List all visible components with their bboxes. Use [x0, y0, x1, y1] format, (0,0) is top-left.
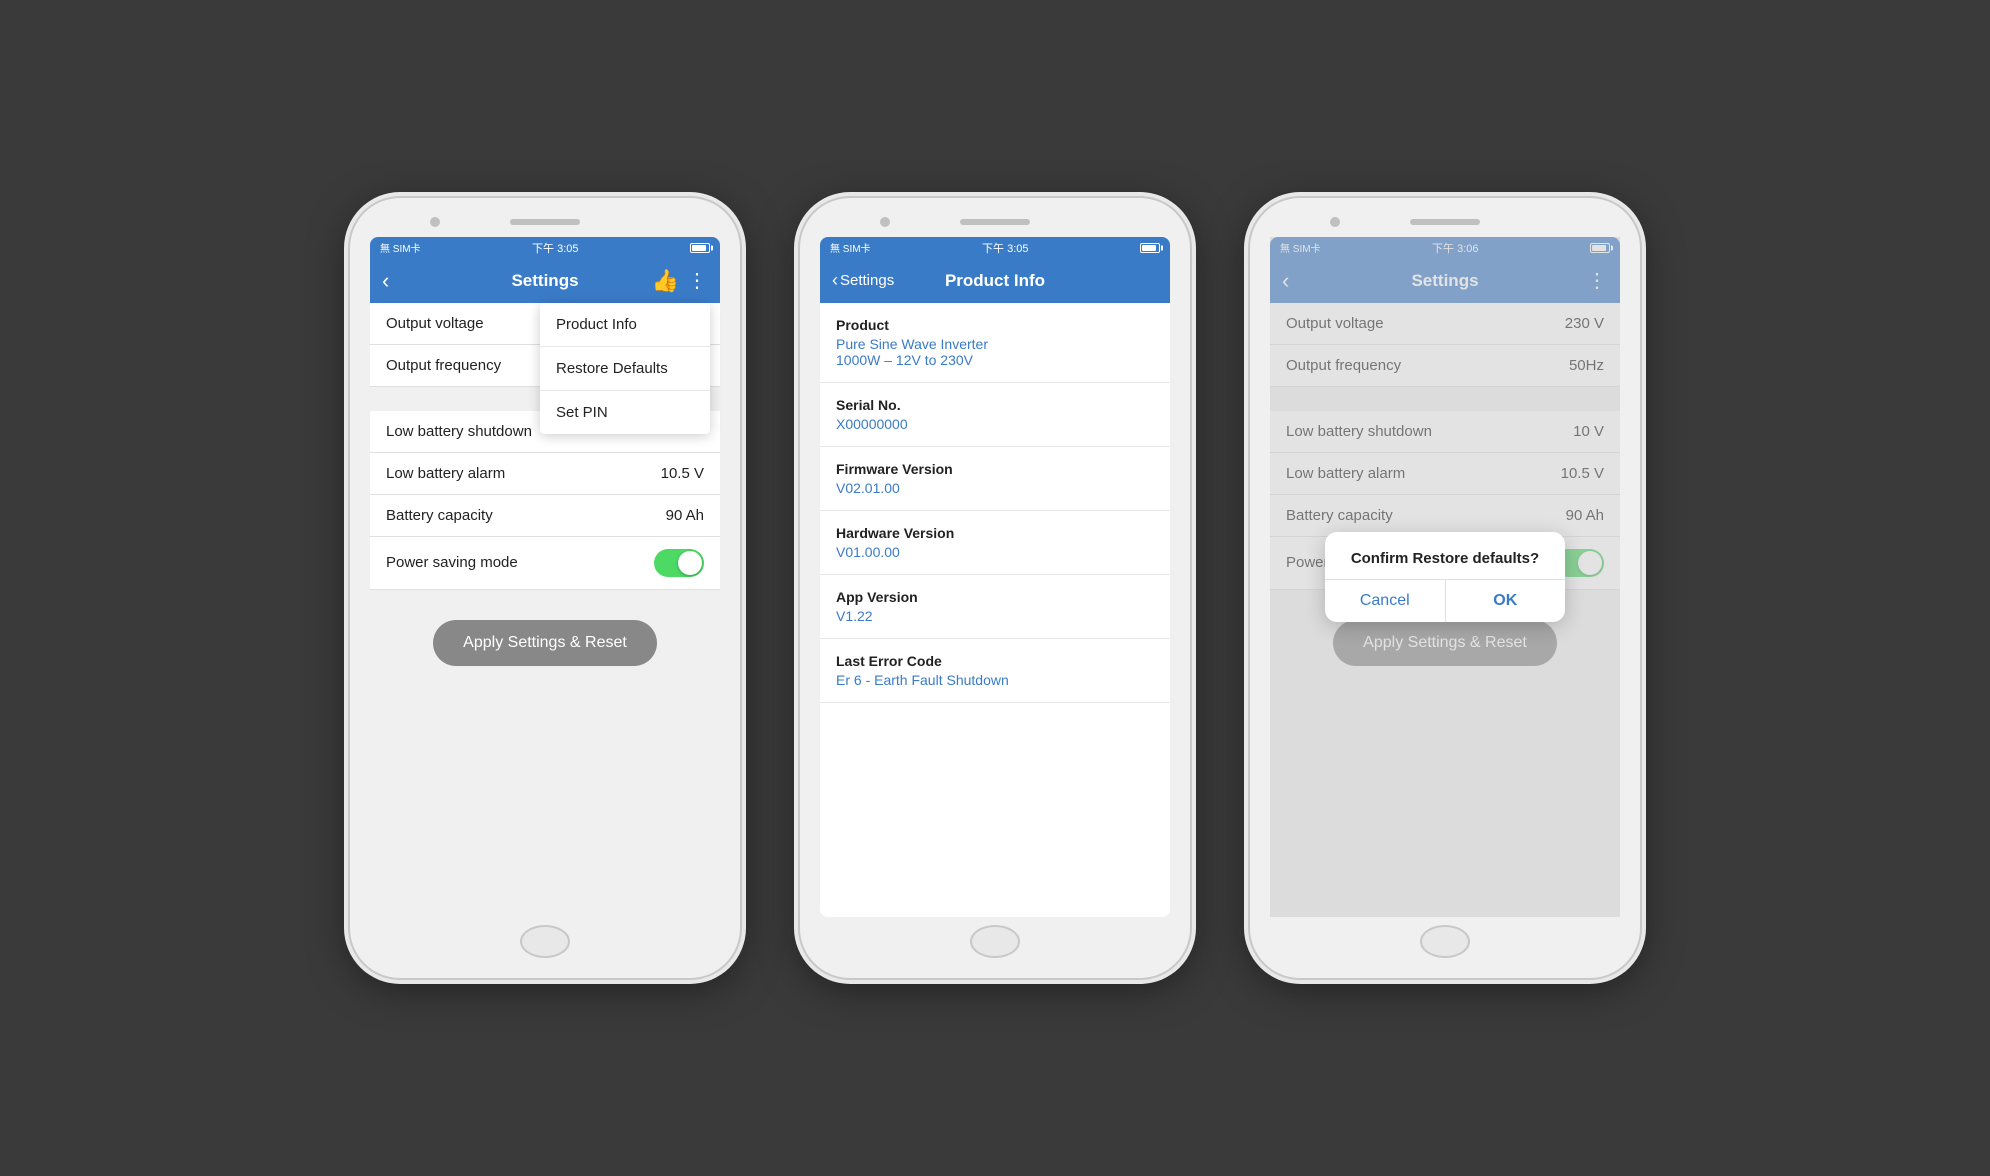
dialog-cancel-button[interactable]: Cancel	[1325, 580, 1446, 622]
product-info-serial: Serial No. X00000000	[820, 383, 1170, 447]
battery-icon-1	[690, 243, 710, 253]
product-info-app: App Version V1.22	[820, 575, 1170, 639]
phone-top-bar-3	[1250, 216, 1640, 229]
product-info-hardware: Hardware Version V01.00.00	[820, 511, 1170, 575]
status-bar-2: 無 SIM卡 下午 3:05	[820, 237, 1170, 259]
app-value: V1.22	[836, 608, 1154, 624]
apply-button-1[interactable]: Apply Settings & Reset	[433, 620, 657, 666]
camera-2	[880, 217, 890, 227]
settings-item-low-alarm[interactable]: Low battery alarm 10.5 V	[370, 453, 720, 495]
camera-1	[430, 217, 440, 227]
dropdown-set-pin[interactable]: Set PIN	[540, 391, 710, 434]
product-info-firmware: Firmware Version V02.01.00	[820, 447, 1170, 511]
screen-2: 無 SIM卡 下午 3:05 ‹ Settings Product Info P…	[820, 237, 1170, 917]
nav-bar-2: ‹ Settings Product Info	[820, 259, 1170, 303]
dialog-overlay-3: Confirm Restore defaults? Cancel OK	[1270, 237, 1620, 917]
product-label: Product	[836, 317, 1154, 333]
phone-1: 無 SIM卡 下午 3:05 ‹ Settings 👍 ⋮ Output vol…	[350, 198, 740, 978]
product-value: Pure Sine Wave Inverter 1000W – 12V to 2…	[836, 336, 1154, 368]
nav-bar-1: ‹ Settings 👍 ⋮	[370, 259, 720, 303]
dropdown-restore-defaults[interactable]: Restore Defaults	[540, 347, 710, 391]
phone-top-bar-1	[350, 216, 740, 229]
serial-label: Serial No.	[836, 397, 1154, 413]
speaker-2	[960, 219, 1030, 225]
home-button-3[interactable]	[1420, 925, 1470, 958]
product-info-error: Last Error Code Er 6 - Earth Fault Shutd…	[820, 639, 1170, 703]
screen-wrapper-2: 無 SIM卡 下午 3:05 ‹ Settings Product Info P…	[820, 237, 1170, 917]
time-2: 下午 3:05	[982, 240, 1028, 256]
power-saving-toggle[interactable]	[654, 549, 704, 577]
camera-3	[1330, 217, 1340, 227]
firmware-value: V02.01.00	[836, 480, 1154, 496]
battery-area-2	[1140, 243, 1160, 253]
nav-right-1: 👍 ⋮	[652, 268, 708, 294]
battery-cap-label: Battery capacity	[386, 507, 493, 524]
battery-icon-2	[1140, 243, 1160, 253]
battery-cap-value: 90 Ah	[666, 507, 704, 524]
low-shutdown-label: Low battery shutdown	[386, 423, 532, 440]
sim-status-2: 無 SIM卡	[830, 240, 871, 255]
phone-top-bar-2	[800, 216, 1190, 229]
screen-3: 無 SIM卡 下午 3:06 ‹ Settings ⋮ Output volta…	[1270, 237, 1620, 917]
back-label-2: Settings	[840, 272, 894, 289]
home-button-2[interactable]	[970, 925, 1020, 958]
output-freq-label: Output frequency	[386, 357, 501, 374]
sim-status-1: 無 SIM卡	[380, 240, 421, 255]
dropdown-product-info[interactable]: Product Info	[540, 303, 710, 347]
phone-3: 無 SIM卡 下午 3:06 ‹ Settings ⋮ Output volta…	[1250, 198, 1640, 978]
low-alarm-label: Low battery alarm	[386, 465, 505, 482]
apply-btn-container-1: Apply Settings & Reset	[370, 590, 720, 696]
toggle-knob	[678, 551, 702, 575]
status-bar-1: 無 SIM卡 下午 3:05	[370, 237, 720, 259]
speaker-3	[1410, 219, 1480, 225]
app-label: App Version	[836, 589, 1154, 605]
dialog-box-3: Confirm Restore defaults? Cancel OK	[1325, 532, 1565, 622]
nav-title-1: Settings	[511, 271, 578, 291]
time-1: 下午 3:05	[532, 240, 578, 256]
back-button-2[interactable]: ‹ Settings	[832, 270, 894, 291]
output-voltage-label: Output voltage	[386, 315, 484, 332]
dropdown-menu-1: Product Info Restore Defaults Set PIN	[540, 303, 710, 434]
error-value: Er 6 - Earth Fault Shutdown	[836, 672, 1154, 688]
dialog-title-3: Confirm Restore defaults?	[1325, 532, 1565, 579]
screen-wrapper-1: 無 SIM卡 下午 3:05 ‹ Settings 👍 ⋮ Output vol…	[370, 237, 720, 917]
speaker-1	[510, 219, 580, 225]
dialog-buttons-3: Cancel OK	[1325, 579, 1565, 622]
serial-value: X00000000	[836, 416, 1154, 432]
screen-1: 無 SIM卡 下午 3:05 ‹ Settings 👍 ⋮ Output vol…	[370, 237, 720, 917]
nav-title-2: Product Info	[945, 271, 1045, 291]
back-button-1[interactable]: ‹	[382, 268, 412, 294]
dots-icon-1[interactable]: ⋮	[687, 268, 708, 293]
settings-item-battery-cap[interactable]: Battery capacity 90 Ah	[370, 495, 720, 537]
home-button-1[interactable]	[520, 925, 570, 958]
hand-icon-1[interactable]: 👍	[652, 268, 679, 294]
dialog-ok-button[interactable]: OK	[1446, 580, 1566, 622]
product-info-product: Product Pure Sine Wave Inverter 1000W – …	[820, 303, 1170, 383]
low-alarm-value: 10.5 V	[661, 465, 704, 482]
battery-area-1	[690, 243, 710, 253]
hardware-value: V01.00.00	[836, 544, 1154, 560]
phone-2: 無 SIM卡 下午 3:05 ‹ Settings Product Info P…	[800, 198, 1190, 978]
settings-item-power-saving[interactable]: Power saving mode	[370, 537, 720, 590]
product-info-list: Product Pure Sine Wave Inverter 1000W – …	[820, 303, 1170, 917]
hardware-label: Hardware Version	[836, 525, 1154, 541]
screen-wrapper-3: 無 SIM卡 下午 3:06 ‹ Settings ⋮ Output volta…	[1270, 237, 1620, 917]
error-label: Last Error Code	[836, 653, 1154, 669]
firmware-label: Firmware Version	[836, 461, 1154, 477]
power-saving-label: Power saving mode	[386, 554, 518, 571]
